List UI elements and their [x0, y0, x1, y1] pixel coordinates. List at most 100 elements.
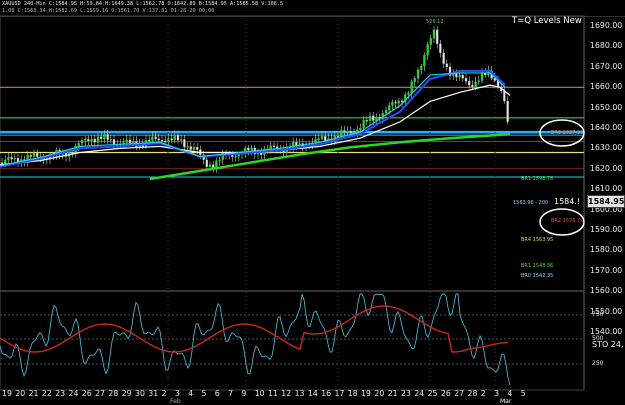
time-tick: 5 — [201, 389, 207, 398]
time-tick: 9 — [241, 389, 247, 398]
candle — [106, 134, 109, 140]
candle — [372, 115, 375, 121]
candle — [215, 160, 218, 168]
oscillator-tick: 750 — [592, 311, 604, 318]
time-tick: 24 — [68, 389, 79, 398]
time-tick: 4 — [507, 389, 513, 398]
candle — [90, 138, 93, 142]
candle — [365, 120, 368, 122]
stochastic-d-line — [0, 305, 509, 353]
time-tick: 20 — [374, 389, 385, 398]
candle — [391, 102, 394, 106]
time-tick: 28 — [108, 389, 119, 398]
candle — [247, 147, 250, 151]
price-tick: 1610.00 — [590, 184, 623, 194]
price-tick: 1560.00 — [590, 286, 623, 296]
candle — [13, 157, 16, 160]
candle — [7, 157, 10, 161]
candle — [317, 138, 320, 140]
candle — [362, 120, 365, 129]
candle — [151, 136, 154, 141]
current-price-box: 1584.95 — [587, 195, 625, 208]
price-tick: 1630.00 — [590, 143, 623, 153]
candle — [32, 152, 36, 157]
oscillator-tick: 250 — [592, 360, 604, 367]
candle — [29, 155, 32, 157]
time-tick: 19 — [361, 389, 372, 398]
time-tick: 31 — [148, 389, 159, 398]
candle — [80, 140, 84, 144]
price-tick: 1680.00 — [590, 41, 623, 51]
candle — [420, 66, 423, 70]
time-tick: 13 — [294, 389, 305, 398]
candle — [125, 139, 128, 143]
candle — [71, 151, 74, 154]
candle — [10, 157, 13, 160]
time-tick: 23 — [401, 389, 411, 398]
candle — [221, 152, 224, 160]
time-tick: 10 — [254, 389, 265, 398]
candle — [474, 81, 477, 88]
time-tick: 30 — [135, 389, 145, 398]
level-label: 1583.96 - 200 — [513, 200, 549, 206]
time-tick: 27 — [454, 389, 465, 398]
candle — [0, 162, 4, 164]
candle — [167, 138, 170, 143]
candle — [439, 43, 442, 54]
time-tick: 5 — [520, 389, 526, 398]
time-tick: 28 — [467, 389, 478, 398]
candle — [464, 78, 468, 82]
candle — [77, 143, 80, 147]
time-tick: 17 — [334, 389, 345, 398]
price-tick: 1620.00 — [590, 163, 623, 173]
time-tick: 23 — [55, 389, 66, 398]
price-tick: 1590.00 — [590, 225, 623, 234]
candle — [164, 140, 167, 143]
candle — [154, 136, 157, 139]
candle — [461, 75, 464, 79]
candle — [413, 78, 416, 82]
candle — [87, 139, 90, 142]
candle — [359, 127, 362, 131]
candle — [103, 134, 106, 140]
candle — [272, 145, 276, 147]
candle — [320, 136, 324, 139]
candle — [189, 146, 192, 150]
candle — [170, 138, 173, 141]
candle — [506, 100, 509, 122]
month-label: Mar — [500, 398, 512, 405]
candle — [36, 152, 39, 157]
time-tick: 7 — [228, 389, 234, 398]
candle — [112, 139, 116, 145]
time-tick: 16 — [321, 389, 332, 398]
candle — [346, 130, 349, 133]
time-tick: 3 — [174, 389, 180, 398]
candle — [84, 139, 87, 141]
candle — [432, 29, 436, 39]
time-tick: 26 — [81, 389, 92, 398]
candle — [477, 80, 480, 83]
time-tick: 19 — [2, 389, 12, 398]
candle — [218, 159, 221, 161]
candle — [480, 72, 484, 81]
time-tick: 6 — [214, 389, 220, 398]
candle — [468, 81, 471, 86]
price-tick: 1580.00 — [590, 245, 623, 255]
level-label: BR4 1563.95 — [521, 237, 554, 243]
time-tick: 26 — [440, 389, 451, 398]
price-tick: 1650.00 — [590, 102, 623, 112]
candle — [234, 156, 237, 158]
candle — [109, 139, 112, 141]
time-tick: 21 — [387, 389, 398, 398]
time-tick: 2 — [161, 389, 167, 398]
time-tick: 20 — [15, 389, 26, 398]
candle — [384, 110, 388, 114]
time-tick: 25 — [427, 389, 438, 398]
candle — [100, 136, 103, 140]
price-tick: 1670.00 — [590, 61, 623, 71]
candle — [340, 130, 343, 137]
level-label: BR3 1627.93 — [551, 130, 584, 136]
level-label: BR1 1548.36 — [521, 263, 554, 269]
candle — [407, 92, 410, 95]
candle — [4, 159, 7, 164]
